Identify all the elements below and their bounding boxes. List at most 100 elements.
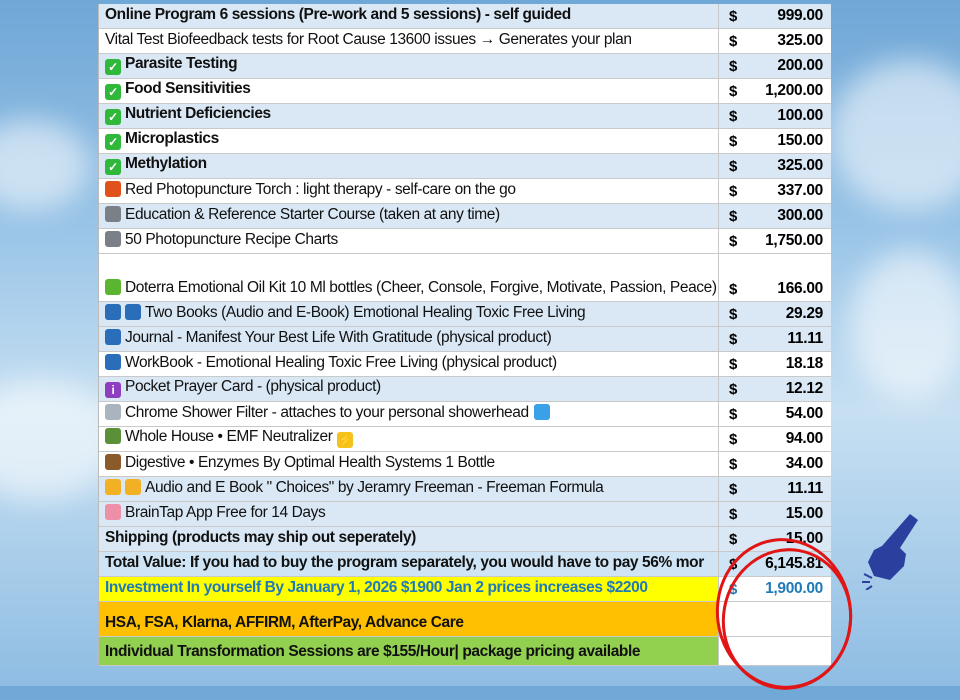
currency-symbol: $ (718, 402, 746, 426)
checkmark-icon: ✓ (105, 109, 121, 125)
item-price: 325.00 (777, 32, 823, 49)
item-price: 1,750.00 (765, 232, 823, 249)
item-text: Pocket Prayer Card - (physical product) (125, 378, 381, 395)
item-label: ✓ Microplastics (99, 129, 718, 153)
currency-symbol: $ (718, 154, 746, 178)
item-label: Chrome Shower Filter - attaches to your … (99, 403, 718, 426)
table-row: Journal - Manifest Your Best Life With G… (99, 327, 831, 352)
item-text: Doterra Emotional Oil Kit 10 Ml bottles … (125, 279, 717, 296)
item-label: Shipping (products may ship out seperate… (99, 528, 718, 551)
flashlight-icon (105, 231, 121, 247)
table-row: Doterra Emotional Oil Kit 10 Ml bottles … (99, 254, 831, 302)
house-icon (105, 428, 121, 444)
item-text: Chrome Shower Filter - attaches to your … (125, 404, 529, 421)
sessions-label: Individual Transformation Sessions are $… (105, 643, 641, 660)
item-price: 29.29 (785, 305, 824, 322)
item-text: Journal - Manifest Your Best Life With G… (125, 329, 552, 346)
currency-symbol: $ (718, 477, 746, 501)
table-row: WorkBook - Emotional Healing Toxic Free … (99, 352, 831, 377)
item-price: 337.00 (777, 182, 823, 199)
table-row: ✓ Methylation $325.00 (99, 154, 831, 179)
item-price: 15.00 (785, 505, 824, 522)
item-price: 150.00 (777, 132, 823, 149)
table-row: ✓ Nutrient Deficiencies $100.00 (99, 104, 831, 129)
currency-symbol: $ (718, 352, 746, 376)
currency-symbol: $ (718, 129, 746, 153)
item-text: Red Photopuncture Torch : light therapy … (125, 181, 516, 198)
currency-symbol: $ (718, 79, 746, 103)
item-label: Red Photopuncture Torch : light therapy … (99, 180, 718, 203)
item-price: 300.00 (777, 207, 823, 224)
item-price: 18.18 (785, 355, 824, 372)
item-label: i Pocket Prayer Card - (physical product) (99, 377, 718, 401)
item-price: 34.00 (785, 455, 824, 472)
table-row: Two Books (Audio and E-Book) Emotional H… (99, 302, 831, 327)
table-row: ✓ Parasite Testing $200.00 (99, 54, 831, 79)
table-row: Shipping (products may ship out seperate… (99, 527, 831, 552)
lantern-icon (105, 181, 121, 197)
book-icon (105, 329, 121, 345)
currency-symbol: $ (718, 229, 746, 253)
table-row: Vital Test Biofeedback tests for Root Ca… (99, 29, 831, 54)
poop-icon (105, 454, 121, 470)
flexed-arm-icon (105, 479, 121, 495)
checkmark-icon: ✓ (105, 159, 121, 175)
table-row: Whole House • EMF Neutralizer ⚡ $94.00 (99, 427, 831, 452)
currency-symbol: $ (718, 452, 746, 476)
item-price: 1,200.00 (765, 82, 823, 99)
currency-symbol: $ (718, 29, 746, 53)
item-label: ✓ Parasite Testing (99, 54, 718, 78)
item-text: Methylation (125, 155, 207, 172)
item-price: 999.00 (777, 7, 823, 24)
item-text: Audio and E Book " Choices" by Jeramry F… (145, 479, 604, 496)
item-price: 200.00 (777, 57, 823, 74)
flashlight-icon (105, 206, 121, 222)
item-label: ✓ Food Sensitivities (99, 79, 718, 103)
pointing-hand-icon (862, 514, 918, 590)
item-label: Education & Reference Starter Course (ta… (99, 205, 718, 228)
checkmark-icon: ✓ (105, 134, 121, 150)
payment-options-label: HSA, FSA, Klarna, AFFIRM, AfterPay, Adva… (105, 614, 464, 631)
table-row: Education & Reference Starter Course (ta… (99, 204, 831, 229)
book-icon (105, 304, 121, 320)
currency-symbol: $ (718, 527, 746, 551)
currency-symbol: $ (718, 4, 746, 28)
table-row: Online Program 6 sessions (Pre-work and … (99, 4, 831, 29)
item-label: Vital Test Biofeedback tests for Root Ca… (99, 30, 718, 53)
item-price: 54.00 (785, 405, 824, 422)
item-label: Whole House • EMF Neutralizer ⚡ (99, 427, 718, 451)
currency-symbol: $ (718, 377, 746, 401)
checkmark-icon: ✓ (105, 84, 121, 100)
item-text: Vital Test Biofeedback tests for Root Ca… (105, 31, 632, 48)
item-price: 11.11 (787, 480, 823, 497)
checkmark-icon: ✓ (105, 59, 121, 75)
item-text: Whole House • EMF Neutralizer (125, 428, 333, 445)
flexed-arm-icon (125, 479, 141, 495)
total-row: Total Value: If you had to buy the progr… (99, 552, 831, 577)
currency-symbol: $ (718, 204, 746, 228)
item-text: Microplastics (125, 130, 219, 147)
item-label: Doterra Emotional Oil Kit 10 Ml bottles … (99, 278, 718, 301)
water-drops-icon (533, 404, 550, 420)
item-text: 50 Photopuncture Recipe Charts (125, 231, 338, 248)
item-label: Two Books (Audio and E-Book) Emotional H… (99, 303, 718, 326)
item-price: 325.00 (777, 157, 823, 174)
item-price: 94.00 (785, 430, 824, 447)
item-text: Parasite Testing (125, 55, 238, 72)
table-row: ✓ Microplastics $150.00 (99, 129, 831, 154)
item-text: Two Books (Audio and E-Book) Emotional H… (145, 304, 586, 321)
book-icon (105, 354, 121, 370)
book-icon (125, 304, 141, 320)
item-label: Audio and E Book " Choices" by Jeramry F… (99, 478, 718, 501)
item-label: WorkBook - Emotional Healing Toxic Free … (99, 353, 718, 376)
item-label: Journal - Manifest Your Best Life With G… (99, 328, 718, 351)
currency-symbol: $ (718, 54, 746, 78)
brain-icon (105, 504, 121, 520)
table-row: Chrome Shower Filter - attaches to your … (99, 402, 831, 427)
item-price: 12.12 (785, 380, 824, 397)
table-row: Digestive • Enzymes By Optimal Health Sy… (99, 452, 831, 477)
shower-icon (105, 404, 121, 420)
item-label: BrainTap App Free for 14 Days (99, 503, 718, 526)
item-price: 11.11 (787, 330, 823, 347)
price-table: Online Program 6 sessions (Pre-work and … (98, 4, 831, 666)
